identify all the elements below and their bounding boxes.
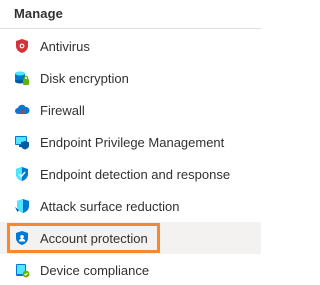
section-divider (0, 28, 261, 29)
firewall-cloud-icon (14, 102, 30, 118)
attack-surface-shield-icon (14, 198, 30, 214)
nav-item-endpoint-privilege-management[interactable]: Endpoint Privilege Management (0, 126, 261, 158)
nav-item-label: Endpoint detection and response (40, 166, 231, 182)
nav-item-disk-encryption[interactable]: Disk encryption (0, 62, 261, 94)
disk-encryption-icon (14, 70, 30, 86)
endpoint-detection-shield-icon (14, 166, 30, 182)
device-compliance-icon (14, 262, 30, 278)
nav-item-label: Endpoint Privilege Management (40, 134, 225, 150)
nav-item-label: Antivirus (40, 38, 90, 54)
account-protection-shield-icon (14, 230, 30, 246)
nav-item-label: Device compliance (40, 262, 150, 278)
nav-item-device-compliance[interactable]: Device compliance (0, 254, 261, 285)
manage-panel: Manage Antivirus Disk encryption Firewal… (0, 0, 261, 285)
nav-item-attack-surface-reduction[interactable]: Attack surface reduction (0, 190, 261, 222)
nav-item-label: Attack surface reduction (40, 198, 180, 214)
manage-nav-list: Antivirus Disk encryption Firewall Endpo… (0, 30, 261, 285)
nav-item-label: Firewall (40, 102, 85, 118)
endpoint-privilege-icon (14, 134, 30, 150)
nav-item-account-protection[interactable]: Account protection (0, 222, 261, 254)
nav-item-antivirus[interactable]: Antivirus (0, 30, 261, 62)
antivirus-shield-icon (14, 38, 30, 54)
section-header-manage: Manage (14, 6, 64, 21)
nav-item-label: Disk encryption (40, 70, 129, 86)
nav-item-firewall[interactable]: Firewall (0, 94, 261, 126)
nav-item-endpoint-detection-and-response[interactable]: Endpoint detection and response (0, 158, 261, 190)
nav-item-label: Account protection (40, 230, 148, 246)
